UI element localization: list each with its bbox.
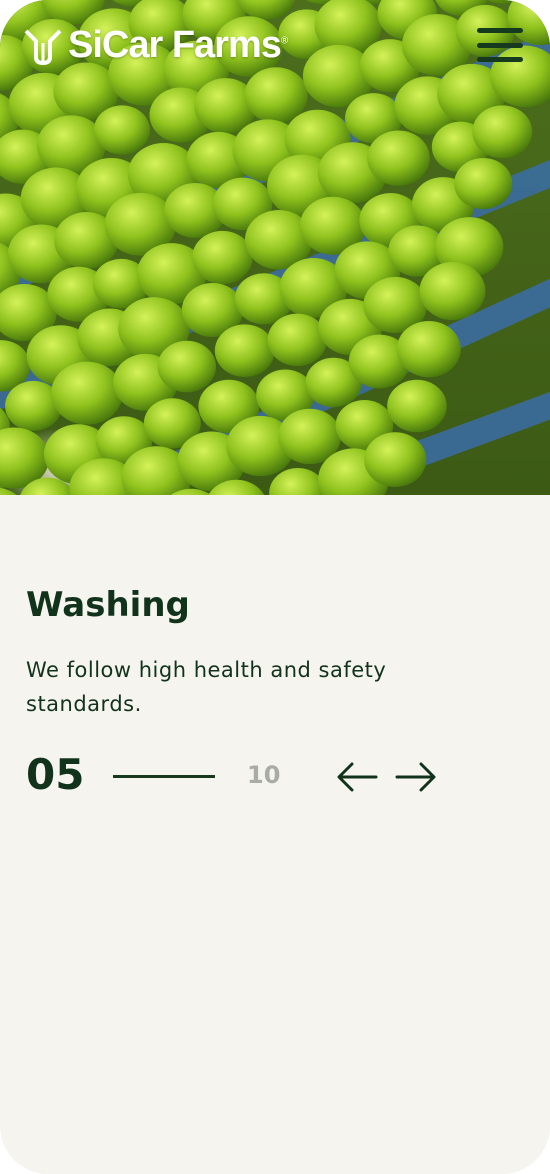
slide-title: Washing: [26, 585, 190, 625]
current-slide-number: 05: [26, 750, 85, 799]
slide-content: Washing We follow high health and safety…: [26, 585, 506, 721]
app-screen: SiCar Farms® Washing We follow high heal…: [0, 0, 550, 1174]
progress-divider: [113, 775, 215, 778]
menu-line: [477, 28, 523, 33]
brand-name: SiCar Farms®: [68, 24, 288, 66]
menu-line: [477, 57, 523, 62]
hamburger-menu-icon[interactable]: [477, 28, 523, 62]
hero-image: [0, 0, 550, 495]
arrow-right-icon[interactable]: [395, 760, 437, 794]
slide-pager: 05 10: [26, 752, 456, 802]
brand-logo[interactable]: SiCar Farms®: [22, 24, 288, 67]
total-slide-number: 10: [247, 761, 281, 789]
arrow-left-icon[interactable]: [336, 760, 378, 794]
limes-illustration: [0, 0, 550, 495]
menu-line: [477, 42, 523, 48]
leaf-logo-icon: [24, 29, 62, 65]
slide-description: We follow high health and safety standar…: [26, 658, 387, 716]
